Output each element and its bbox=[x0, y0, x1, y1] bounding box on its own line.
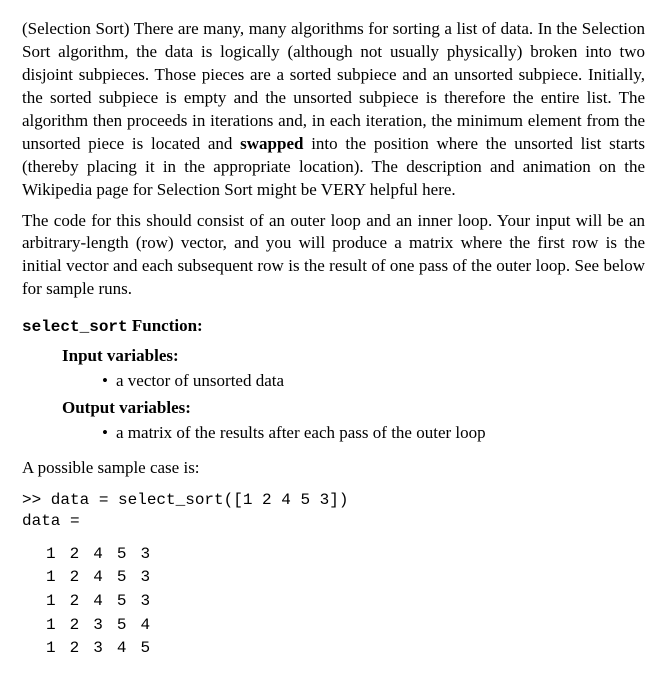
code-block: >> data = select_sort([1 2 4 5 3]) data … bbox=[22, 490, 645, 533]
matrix-cell: 3 bbox=[93, 637, 117, 661]
matrix-cell: 4 bbox=[93, 566, 117, 590]
matrix-cell: 2 bbox=[70, 543, 94, 567]
matrix-cell: 4 bbox=[93, 590, 117, 614]
output-bullet-text: a matrix of the results after each pass … bbox=[116, 423, 486, 442]
matrix-cell: 2 bbox=[70, 590, 94, 614]
para1-text-a: There are many, many algorithms for sort… bbox=[22, 19, 645, 153]
function-suffix: Function: bbox=[128, 316, 203, 335]
matrix-cell: 5 bbox=[117, 543, 141, 567]
table-row: 1 2 4 5 3 bbox=[46, 590, 164, 614]
output-bullet-row: •a matrix of the results after each pass… bbox=[102, 422, 645, 445]
matrix-cell: 5 bbox=[117, 614, 141, 638]
code-line-2: data = bbox=[22, 512, 80, 530]
matrix-cell: 5 bbox=[117, 590, 141, 614]
matrix-cell: 2 bbox=[70, 566, 94, 590]
para1-swapped: swapped bbox=[240, 134, 303, 153]
matrix-cell: 1 bbox=[46, 543, 70, 567]
matrix-cell: 3 bbox=[93, 614, 117, 638]
input-variables-label: Input variables: bbox=[62, 345, 645, 368]
output-matrix: 1 2 4 5 3 1 2 4 5 3 1 2 4 5 3 1 2 3 5 4 … bbox=[46, 543, 164, 661]
matrix-cell: 3 bbox=[140, 566, 164, 590]
matrix-cell: 5 bbox=[140, 637, 164, 661]
matrix-cell: 3 bbox=[140, 590, 164, 614]
sample-case-text: A possible sample case is: bbox=[22, 457, 645, 480]
matrix-cell: 4 bbox=[93, 543, 117, 567]
para1-lead: (Selection Sort) bbox=[22, 19, 129, 38]
table-row: 1 2 4 5 3 bbox=[46, 543, 164, 567]
code-line-1: >> data = select_sort([1 2 4 5 3]) bbox=[22, 491, 348, 509]
matrix-cell: 1 bbox=[46, 614, 70, 638]
function-name: select_sort bbox=[22, 318, 128, 336]
bullet-icon: • bbox=[102, 370, 116, 393]
matrix-cell: 1 bbox=[46, 566, 70, 590]
matrix-cell: 3 bbox=[140, 543, 164, 567]
function-header: select_sort Function: bbox=[22, 315, 645, 339]
matrix-cell: 1 bbox=[46, 590, 70, 614]
table-row: 1 2 3 4 5 bbox=[46, 637, 164, 661]
input-bullet-text: a vector of unsorted data bbox=[116, 371, 284, 390]
matrix-cell: 4 bbox=[140, 614, 164, 638]
table-row: 1 2 4 5 3 bbox=[46, 566, 164, 590]
matrix-cell: 1 bbox=[46, 637, 70, 661]
bullet-icon: • bbox=[102, 422, 116, 445]
matrix-cell: 2 bbox=[70, 637, 94, 661]
input-bullet-row: •a vector of unsorted data bbox=[102, 370, 645, 393]
matrix-cell: 2 bbox=[70, 614, 94, 638]
output-variables-label: Output variables: bbox=[62, 397, 645, 420]
paragraph-1: (Selection Sort) There are many, many al… bbox=[22, 18, 645, 202]
table-row: 1 2 3 5 4 bbox=[46, 614, 164, 638]
matrix-cell: 4 bbox=[117, 637, 141, 661]
matrix-cell: 5 bbox=[117, 566, 141, 590]
paragraph-2: The code for this should consist of an o… bbox=[22, 210, 645, 302]
